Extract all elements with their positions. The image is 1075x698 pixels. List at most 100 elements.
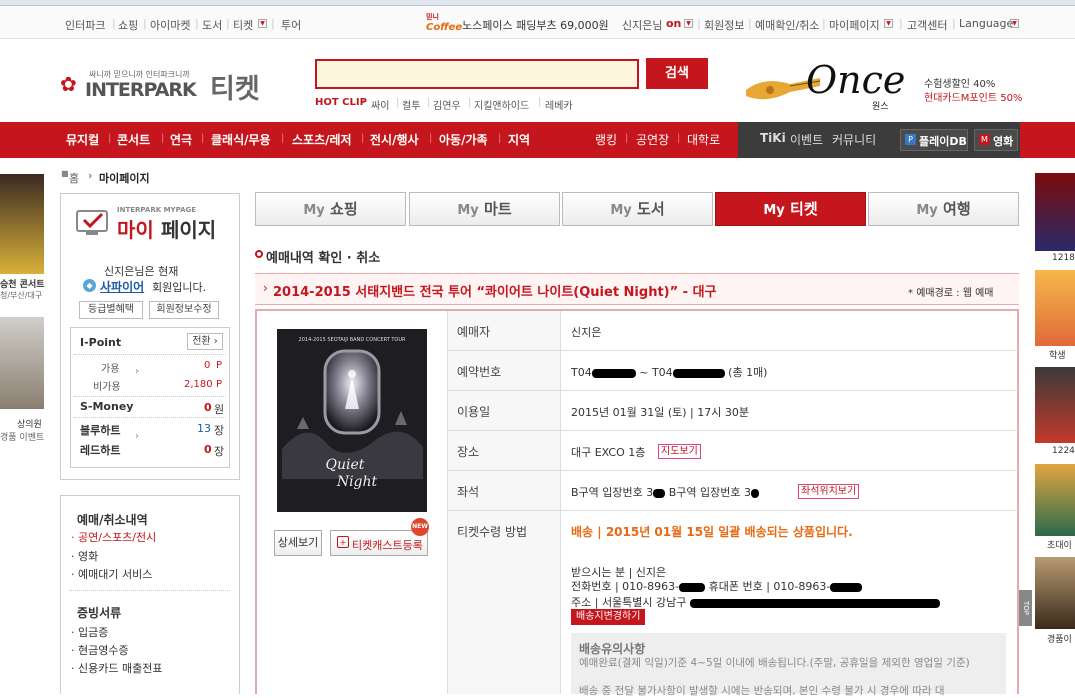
nav-region[interactable]: 지역: [508, 131, 530, 148]
row-booker: [447, 311, 1018, 351]
mypage-header-my: 마이: [117, 218, 154, 242]
logo-ticket[interactable]: 티켓: [210, 67, 260, 106]
menu-item-cash-receipt[interactable]: · 현금영수증: [71, 642, 129, 658]
divider: |: [143, 17, 147, 30]
toplink-booking-check[interactable]: 예매확인/취소: [755, 17, 819, 33]
chevron-down-icon[interactable]: ▼: [1010, 19, 1019, 28]
hotclip-item[interactable]: 김연우: [433, 97, 461, 112]
right-ad-4[interactable]: [1035, 464, 1075, 536]
delivery-value: 배송 | 2015년 01월 15일 일괄 배송되는 상품입니다.: [571, 525, 853, 539]
nav-musical[interactable]: 뮤지컬: [66, 131, 99, 148]
event-title: 2014-2015 서태지밴드 전국 투어 “콰이어트 나이트(Quiet Ni…: [273, 285, 717, 300]
hotclip-item[interactable]: 싸이: [371, 97, 389, 112]
nav-event[interactable]: 이벤트: [790, 131, 823, 148]
menu-item-label: 입금증: [78, 626, 109, 639]
nav-tiki[interactable]: TiKi: [760, 131, 786, 145]
chevron-down-icon[interactable]: ▼: [884, 19, 893, 28]
toplink-books[interactable]: 도서: [202, 17, 222, 33]
toplink-mypage[interactable]: 마이페이지: [829, 17, 880, 33]
tab-label: 여행: [943, 200, 971, 218]
toplink-customer-center[interactable]: 고객센터: [907, 17, 947, 33]
divider: |: [112, 17, 116, 30]
right-ad-1[interactable]: [1035, 173, 1075, 251]
hotclip-item[interactable]: 지킬앤하이드: [474, 97, 529, 112]
toplink-member-info[interactable]: 회원정보: [704, 17, 744, 33]
chevron-down-icon[interactable]: ▼: [258, 19, 267, 28]
breadcrumb-home[interactable]: 홈: [69, 170, 79, 186]
mypage-header-page: 페이지: [161, 218, 217, 242]
tab-my-ticket[interactable]: My 티켓: [715, 192, 866, 226]
booking-number-end: T04: [651, 366, 673, 379]
nav-daehakro[interactable]: 대학로: [687, 131, 720, 148]
mypage-header-small: INTERPARK MYPAGE: [117, 206, 197, 214]
concert-poster[interactable]: 2014-2015 SEOTAIJI BAND CONCERT TOUR Qui…: [277, 329, 427, 512]
row-venue: [447, 431, 1018, 471]
divider: |: [201, 133, 205, 144]
toplink-imarket[interactable]: 아이마켓: [150, 17, 190, 33]
user-name: 신지은님: [622, 19, 663, 32]
date-label: 이용일: [457, 405, 491, 419]
left-ad-movie[interactable]: [0, 317, 44, 409]
tab-my-books[interactable]: My 도서: [562, 192, 713, 226]
seat-a: B구역 입장번호 3: [571, 486, 654, 499]
change-address-button[interactable]: 배송지변경하기: [571, 609, 646, 625]
right-ad-3[interactable]: [1035, 367, 1075, 443]
divider: [74, 396, 226, 397]
redaction-mark: [591, 368, 636, 378]
menu-item-card-receipt[interactable]: · 신용카드 매출전표: [71, 660, 162, 676]
search-button[interactable]: 검색: [646, 58, 708, 89]
hotclip-item[interactable]: 컬투: [402, 97, 420, 112]
menu-item-deposit[interactable]: · 입금증: [71, 624, 108, 640]
nav-kids[interactable]: 아동/가족: [439, 131, 488, 148]
address-label: 주소 | 서울특별시 강남구: [571, 596, 687, 609]
toplink-interpark[interactable]: 인터파크: [65, 17, 105, 33]
nav-exhibition[interactable]: 전시/행사: [370, 131, 419, 148]
edit-member-button[interactable]: 회원정보수정: [149, 301, 219, 319]
menu-item-movie[interactable]: · 영화: [71, 548, 98, 564]
hotclip-item[interactable]: 레베카: [545, 97, 573, 112]
right-ad-2[interactable]: [1035, 270, 1075, 346]
venue-map-button[interactable]: 지도보기: [658, 444, 701, 459]
nav-concert[interactable]: 콘서트: [117, 131, 150, 148]
divider: |: [538, 97, 542, 108]
nav-ranking[interactable]: 랭킹: [595, 131, 617, 148]
tab-my-shopping[interactable]: My 쇼핑: [255, 192, 406, 226]
toplink-language[interactable]: Language: [959, 17, 1013, 30]
divider: |: [396, 97, 400, 108]
grade-name[interactable]: 사파이어: [100, 278, 144, 295]
booking-route-label: 예매경로 : 웹 예매: [916, 288, 994, 299]
logo-text[interactable]: INTERPARK: [85, 79, 197, 101]
divider: |: [195, 17, 199, 30]
detail-view-button[interactable]: 상세보기: [274, 530, 322, 556]
toplink-tour[interactable]: 투어: [281, 17, 301, 33]
menu-item-performance[interactable]: · 공연/스포츠/전시: [71, 529, 156, 545]
smoney-unit: 원: [214, 403, 225, 416]
booking-number-sep: ~: [639, 366, 649, 379]
convert-button[interactable]: 전환 ›: [187, 333, 223, 350]
nav-venue[interactable]: 공연장: [636, 131, 669, 148]
grade-benefit-button[interactable]: 등급별혜택: [79, 301, 143, 319]
redaction-mark: [679, 582, 706, 592]
redaction-mark: [672, 368, 725, 378]
toplink-ticket[interactable]: 티켓: [233, 17, 253, 33]
banner-logo[interactable]: Once: [806, 58, 905, 102]
left-ad-concert[interactable]: [0, 174, 44, 274]
menu-item-waitlist[interactable]: · 예매대기 서비스: [71, 566, 152, 582]
toplink-shopping[interactable]: 쇼핑: [118, 17, 138, 33]
search-input[interactable]: [315, 59, 639, 89]
nav-community[interactable]: 커뮤니티: [832, 131, 876, 148]
right-ad-5[interactable]: [1035, 557, 1075, 629]
tab-my-mart[interactable]: My 마트: [409, 192, 560, 226]
nav-sports[interactable]: 스포츠/레저: [292, 131, 352, 148]
movie-label: 영화: [993, 135, 1014, 148]
divider: [74, 417, 226, 418]
scroll-top-button[interactable]: TOP: [1019, 590, 1032, 626]
nav-classic[interactable]: 클래식/무용: [211, 131, 271, 148]
nav-play[interactable]: 연극: [170, 131, 192, 148]
seat-location-button[interactable]: 좌석위치보기: [798, 484, 860, 499]
promo-text[interactable]: 노스페이스 패딩부츠 69,000원: [462, 17, 609, 33]
tab-my-travel[interactable]: My 여행: [868, 192, 1019, 226]
chevron-down-icon[interactable]: ▼: [684, 19, 693, 28]
booking-number-value: T04 ~ T04 (총 1매): [571, 364, 767, 380]
poster-top-text: 2014-2015 SEOTAIJI BAND CONCERT TOUR: [299, 337, 406, 343]
